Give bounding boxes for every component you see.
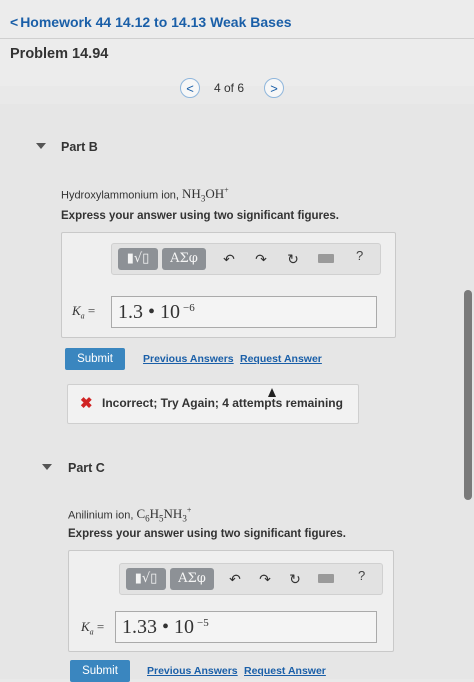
ka-equals: =: [84, 303, 96, 318]
keyboard-icon[interactable]: [318, 254, 334, 263]
part-b-answer-mantissa: 1.3 • 10: [118, 301, 181, 323]
problem-title: Problem 14.94: [10, 46, 109, 62]
part-b-answer-box: ▮√▯ ΑΣφ ↶ ↷ ↻ ? Ka = 1.3 • 10 −6: [61, 232, 396, 338]
top-bar: < Homework 44 14.12 to 14.13 Weak Bases P…: [0, 0, 474, 98]
part-c-ka-label: Ka =: [81, 619, 104, 637]
chevron-left-icon: <: [10, 14, 19, 30]
collapse-part-c-icon[interactable]: [42, 464, 52, 470]
error-x-icon: ✖: [80, 395, 93, 412]
undo-icon[interactable]: ↶: [218, 248, 240, 270]
templates-button[interactable]: ▮√▯: [126, 568, 166, 590]
collapse-part-b-icon[interactable]: [36, 143, 46, 149]
part-b-request-answer-link[interactable]: Request Answer: [240, 353, 322, 365]
part-c-answer-input[interactable]: 1.33 • 10 −5: [115, 611, 377, 643]
ka-symbol: K: [72, 303, 81, 318]
part-b-submit-button[interactable]: Submit: [65, 348, 125, 370]
problem-count: 4 of 6: [214, 81, 245, 95]
problem-pager: < 4 of 6 >: [180, 78, 290, 100]
help-button[interactable]: ?: [358, 568, 365, 583]
mouse-cursor-icon: [268, 388, 276, 397]
part-c-request-answer-link[interactable]: Request Answer: [244, 665, 326, 677]
greek-symbols-button[interactable]: ΑΣφ: [170, 568, 214, 590]
part-c-equation-toolbar: ▮√▯ ΑΣφ ↶ ↷ ↻ ?: [119, 563, 383, 595]
part-b-previous-answers-link[interactable]: Previous Answers: [143, 353, 234, 365]
part-c-previous-answers-link[interactable]: Previous Answers: [147, 665, 238, 677]
undo-icon[interactable]: ↶: [224, 568, 246, 590]
part-b-formula: NH3OH+: [182, 186, 229, 204]
part-b-feedback-box: ✖ Incorrect; Try Again; 4 attempts remai…: [67, 384, 359, 424]
part-c-answer-box: ▮√▯ ΑΣφ ↶ ↷ ↻ ? Ka = 1.33 • 10 −5: [68, 550, 394, 652]
back-link-label: Homework 44 14.12 to 14.13 Weak Bases: [20, 14, 292, 30]
part-b-instruction: Express your answer using two significan…: [61, 210, 339, 222]
header-divider: [0, 38, 474, 39]
part-c-header[interactable]: Part C: [68, 461, 105, 475]
keyboard-icon[interactable]: [318, 574, 334, 583]
templates-button[interactable]: ▮√▯: [118, 248, 158, 270]
ka-symbol: K: [81, 619, 90, 634]
part-b-header[interactable]: Part B: [61, 140, 98, 154]
reset-icon[interactable]: ↻: [282, 248, 304, 270]
help-button[interactable]: ?: [356, 248, 363, 263]
part-c-prompt: Anilinium ion, C6H5NH3+: [68, 506, 191, 524]
reset-icon[interactable]: ↻: [284, 568, 306, 590]
part-b-answer-input[interactable]: 1.3 • 10 −6: [111, 296, 377, 328]
part-c-instruction: Express your answer using two significan…: [68, 528, 346, 540]
part-b-feedback-message: Incorrect; Try Again; 4 attempts remaini…: [102, 396, 343, 410]
next-problem-button[interactable]: >: [264, 78, 284, 98]
part-b-ka-label: Ka =: [72, 303, 95, 321]
part-b-equation-toolbar: ▮√▯ ΑΣφ ↶ ↷ ↻ ?: [111, 243, 381, 275]
main-content: Part B Hydroxylammonium ion, NH3OH+ Expr…: [0, 104, 474, 682]
redo-icon[interactable]: ↷: [250, 248, 272, 270]
part-b-answer-exponent: −6: [183, 302, 195, 314]
ka-equals: =: [93, 619, 105, 634]
page-scrollbar[interactable]: [464, 290, 472, 500]
part-c-answer-exponent: −5: [197, 617, 209, 629]
part-c-formula: C6H5NH3+: [136, 506, 192, 524]
part-b-prompt-text: Hydroxylammonium ion,: [61, 189, 183, 202]
prev-problem-button[interactable]: <: [180, 78, 200, 98]
part-c-answer-mantissa: 1.33 • 10: [122, 616, 195, 638]
part-b-prompt: Hydroxylammonium ion, NH3OH+: [61, 186, 229, 204]
back-to-assignment-link[interactable]: < Homework 44 14.12 to 14.13 Weak Bases: [10, 14, 292, 30]
redo-icon[interactable]: ↷: [254, 568, 276, 590]
part-c-prompt-text: Anilinium ion,: [68, 509, 137, 522]
greek-symbols-button[interactable]: ΑΣφ: [162, 248, 206, 270]
